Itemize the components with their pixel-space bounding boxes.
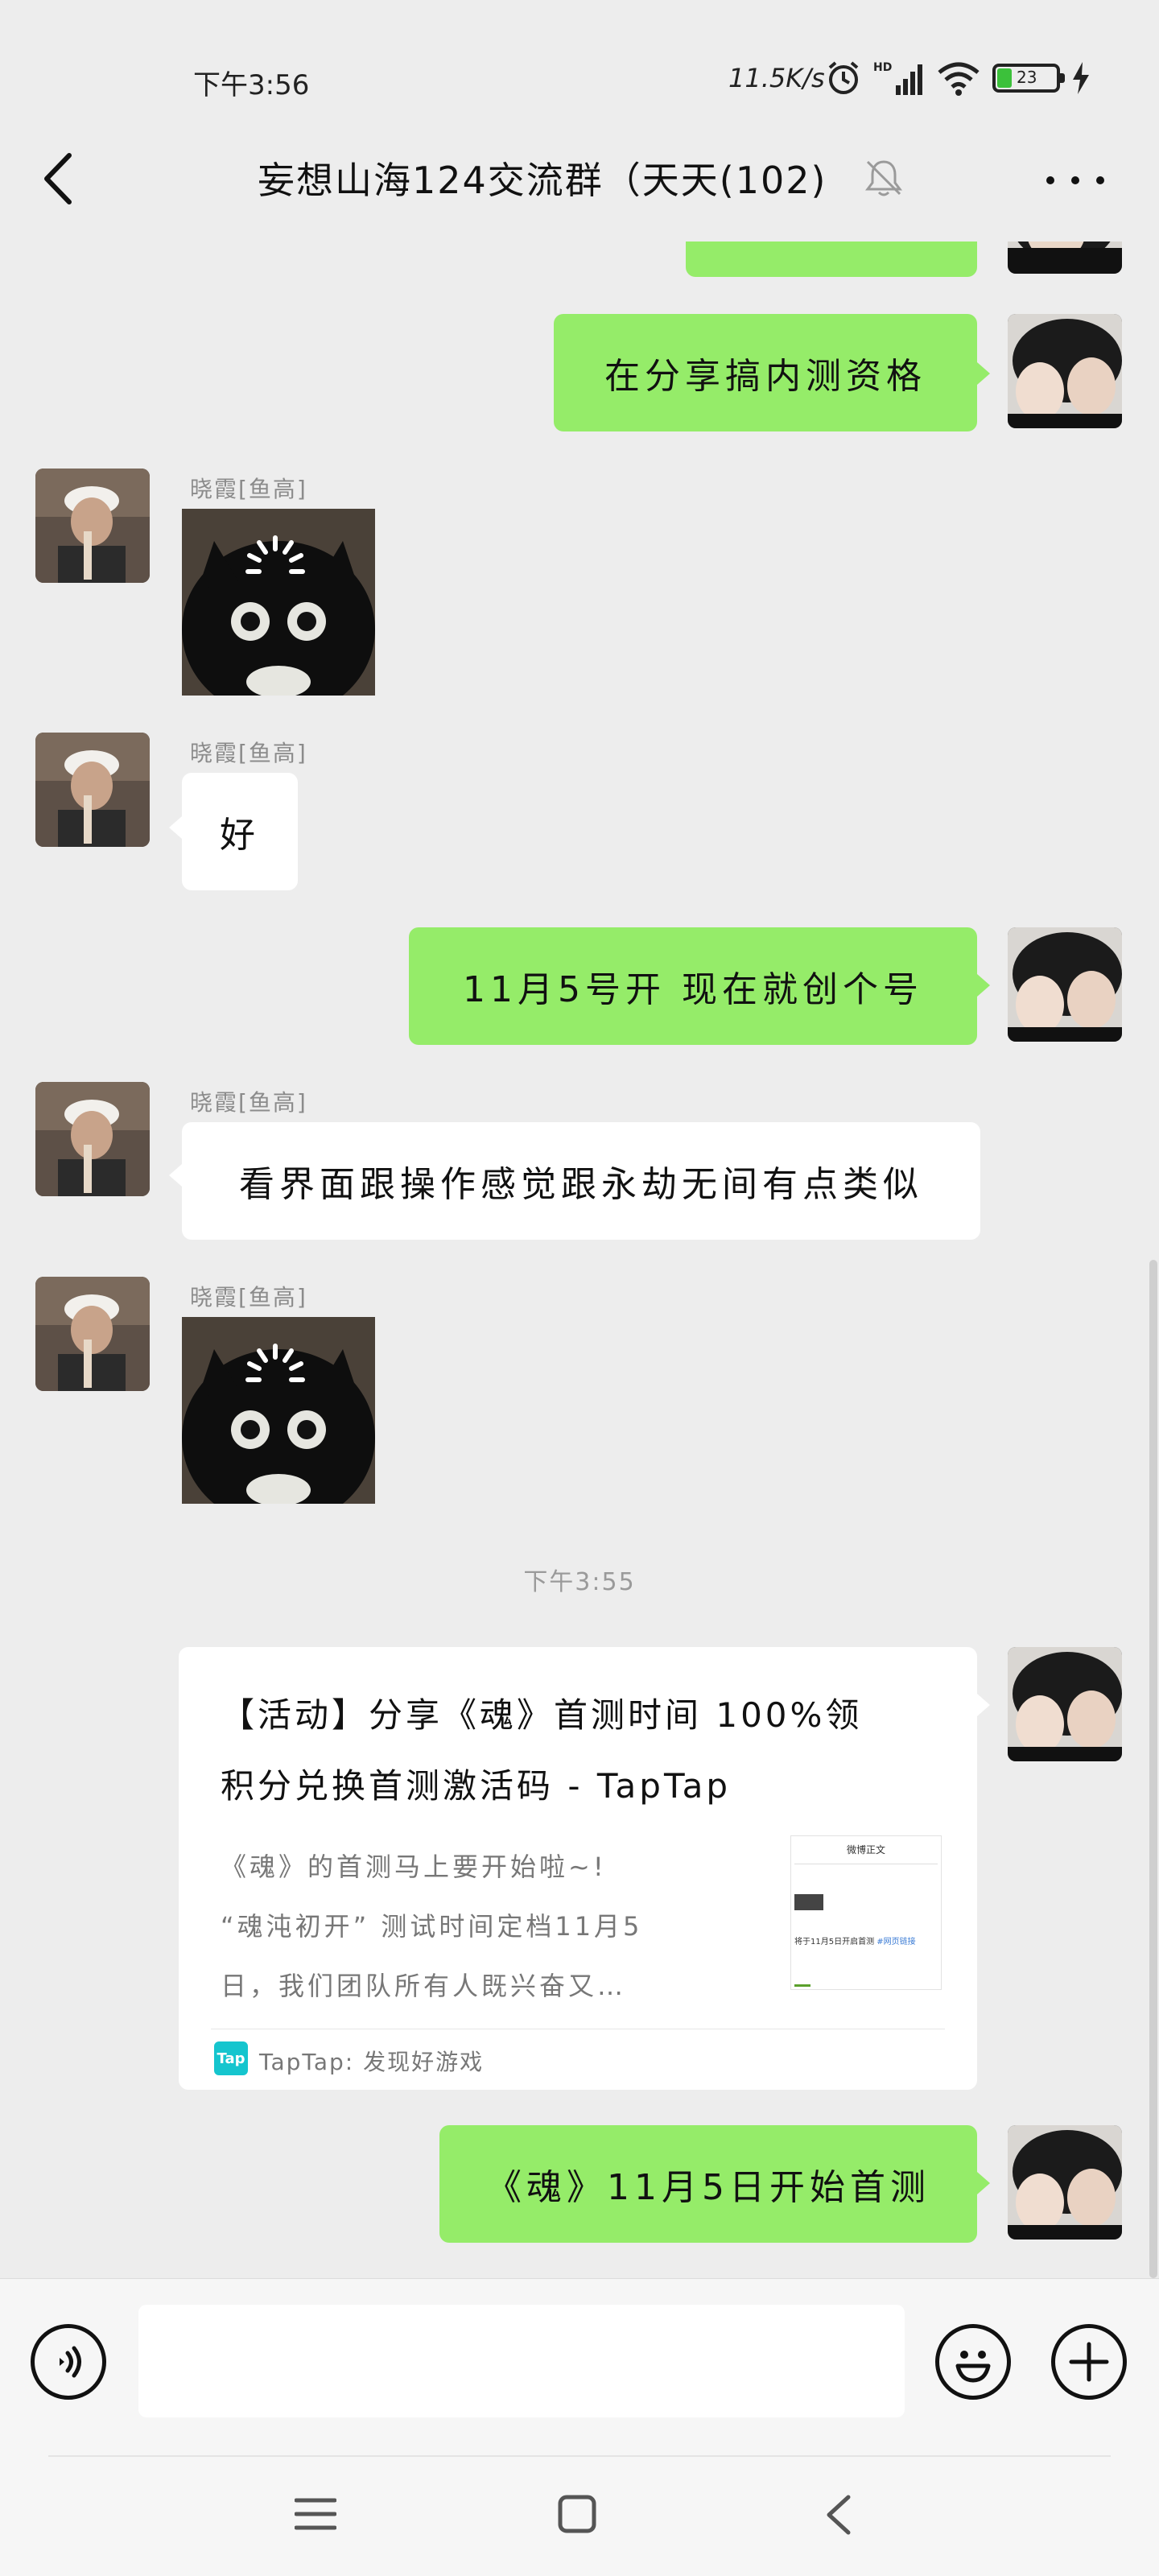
avatar[interactable] — [1008, 2125, 1122, 2240]
back-arrow-icon — [44, 153, 72, 204]
chat-area[interactable]: 在分享搞内测资格 晓霞[鱼高] 晓霞[鱼高] 好 11月5号开 现在就创个号 晓… — [0, 242, 1159, 2278]
avatar[interactable] — [1008, 242, 1122, 274]
card-thumbnail: 微博正文 将于11月5日开启首测 #网页链接 — [790, 1835, 942, 1990]
sender-name: 晓霞[鱼高] — [190, 740, 307, 766]
battery-icon: 23 — [992, 64, 1065, 93]
bubble-tail — [977, 2172, 990, 2194]
home-icon[interactable] — [557, 2494, 597, 2534]
avatar[interactable] — [35, 733, 150, 847]
bubble-tail — [977, 974, 990, 997]
sender-name: 晓霞[鱼高] — [190, 1284, 307, 1311]
nav-divider — [48, 2455, 1111, 2457]
avatar[interactable] — [1008, 927, 1122, 1042]
message-input[interactable] — [138, 2305, 905, 2417]
sender-name: 晓霞[鱼高] — [190, 476, 307, 502]
chat-title: 妄想山海124交流群（天天(102) — [258, 159, 827, 202]
avatar[interactable] — [35, 1277, 150, 1391]
sender-name: 晓霞[鱼高] — [190, 1089, 307, 1116]
more-button[interactable] — [1046, 161, 1104, 200]
taptap-logo: Tap — [214, 2041, 248, 2075]
message-bubble[interactable]: 看界面跟操作感觉跟永劫无间有点类似 — [182, 1122, 980, 1240]
card-title-line2: 积分兑换首测激活码 - TapTap — [221, 1766, 732, 1806]
emoji-icon — [955, 2351, 991, 2383]
more-icon-dot — [1071, 176, 1079, 184]
menu-icon[interactable] — [295, 2496, 336, 2533]
emoji-button[interactable] — [935, 2324, 1011, 2400]
voice-icon — [60, 2346, 81, 2378]
avatar[interactable] — [1008, 1647, 1122, 1761]
card-source: TapTap: 发现好游戏 — [259, 2049, 485, 2075]
charging-icon — [1073, 62, 1089, 94]
avatar[interactable] — [1008, 314, 1122, 428]
status-time: 下午3:56 — [193, 69, 310, 101]
scrollbar[interactable] — [1149, 1260, 1157, 2278]
svg-text:HD: HD — [873, 61, 892, 74]
back-nav-icon[interactable] — [824, 2494, 853, 2536]
bubble-tail — [977, 1694, 990, 1716]
card-desc-line1: 《魂》的首测马上要开始啦~! — [221, 1852, 607, 1882]
more-icon — [1046, 176, 1054, 184]
bubble-tail — [977, 362, 990, 385]
battery-level: 23 — [1017, 68, 1037, 87]
network-speed: 11.5K/s — [728, 63, 825, 93]
thumb-text: 将于11月5日开启首测 #网页链接 — [794, 1938, 916, 1946]
link-card[interactable]: 【活动】分享《魂》首测时间 100%领 积分兑换首测激活码 - TapTap 《… — [179, 1647, 977, 2090]
card-title-line1: 【活动】分享《魂》首测时间 100%领 — [221, 1695, 863, 1735]
sticker-image[interactable] — [182, 1317, 375, 1504]
sticker-image[interactable] — [182, 509, 375, 696]
input-bar — [0, 2278, 1159, 2456]
avatar[interactable] — [35, 469, 150, 583]
bubble-tail — [169, 1164, 182, 1187]
message-bubble[interactable]: 好 — [182, 773, 298, 890]
voice-button[interactable] — [31, 2324, 106, 2400]
back-button[interactable] — [32, 147, 84, 211]
message-bubble[interactable]: 11月5号开 现在就创个号 — [409, 927, 977, 1045]
mute-bell-icon — [865, 160, 902, 196]
card-desc-line3: 日，我们团队所有人既兴奋又… — [221, 1971, 627, 2001]
status-icons: HD 23 — [825, 58, 1091, 98]
bubble-tail — [169, 816, 182, 839]
plus-button[interactable] — [1051, 2324, 1127, 2400]
plus-icon — [1069, 2342, 1109, 2382]
card-desc-line2: “魂沌初开” 测试时间定档11月5 — [221, 1911, 643, 1942]
partial-message-bubble[interactable] — [686, 242, 977, 277]
more-icon-dot — [1096, 176, 1104, 184]
alarm-icon — [828, 61, 859, 94]
message-bubble[interactable]: 在分享搞内测资格 — [554, 314, 977, 431]
time-divider: 下午3:55 — [523, 1568, 636, 1596]
signal-icon: HD — [873, 61, 922, 95]
wifi-icon — [938, 62, 980, 96]
system-nav-bar — [0, 2455, 1159, 2576]
thumb-header: 微博正文 — [846, 1844, 885, 1856]
avatar[interactable] — [35, 1082, 150, 1196]
message-bubble[interactable]: 《魂》11月5日开始首测 — [439, 2125, 977, 2243]
